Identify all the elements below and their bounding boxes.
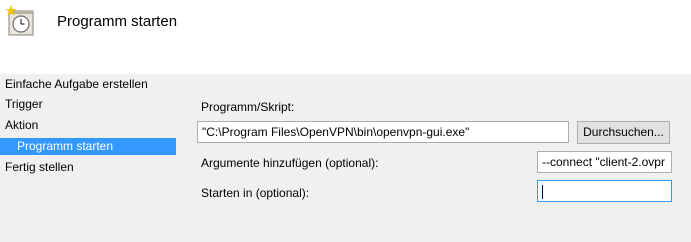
step-start-program[interactable]: Programm starten: [0, 138, 176, 155]
step-action[interactable]: Aktion: [0, 117, 38, 134]
arguments-label: Argumente hinzufügen (optional):: [201, 156, 379, 170]
text-caret: [542, 184, 543, 199]
task-scheduler-clock-icon: [5, 5, 37, 37]
step-trigger[interactable]: Trigger: [0, 96, 43, 113]
step-finish[interactable]: Fertig stellen: [0, 159, 74, 176]
wizard-body: Einfache Aufgabe erstellen Trigger Aktio…: [0, 74, 691, 242]
wizard-header: Programm starten: [0, 0, 691, 74]
program-script-label: Programm/Skript:: [201, 100, 295, 114]
program-script-input[interactable]: "C:\Program Files\OpenVPN\bin\openvpn-gu…: [197, 121, 569, 143]
page-title: Programm starten: [57, 13, 178, 30]
start-in-input[interactable]: [537, 180, 672, 202]
browse-button[interactable]: Durchsuchen...: [577, 121, 670, 144]
start-in-label: Starten in (optional):: [201, 186, 310, 200]
arguments-input[interactable]: --connect "client-2.ovpr: [537, 151, 672, 173]
wizard-steps-nav: Einfache Aufgabe erstellen Trigger Aktio…: [0, 74, 178, 242]
step-create-basic-task[interactable]: Einfache Aufgabe erstellen: [0, 76, 148, 93]
